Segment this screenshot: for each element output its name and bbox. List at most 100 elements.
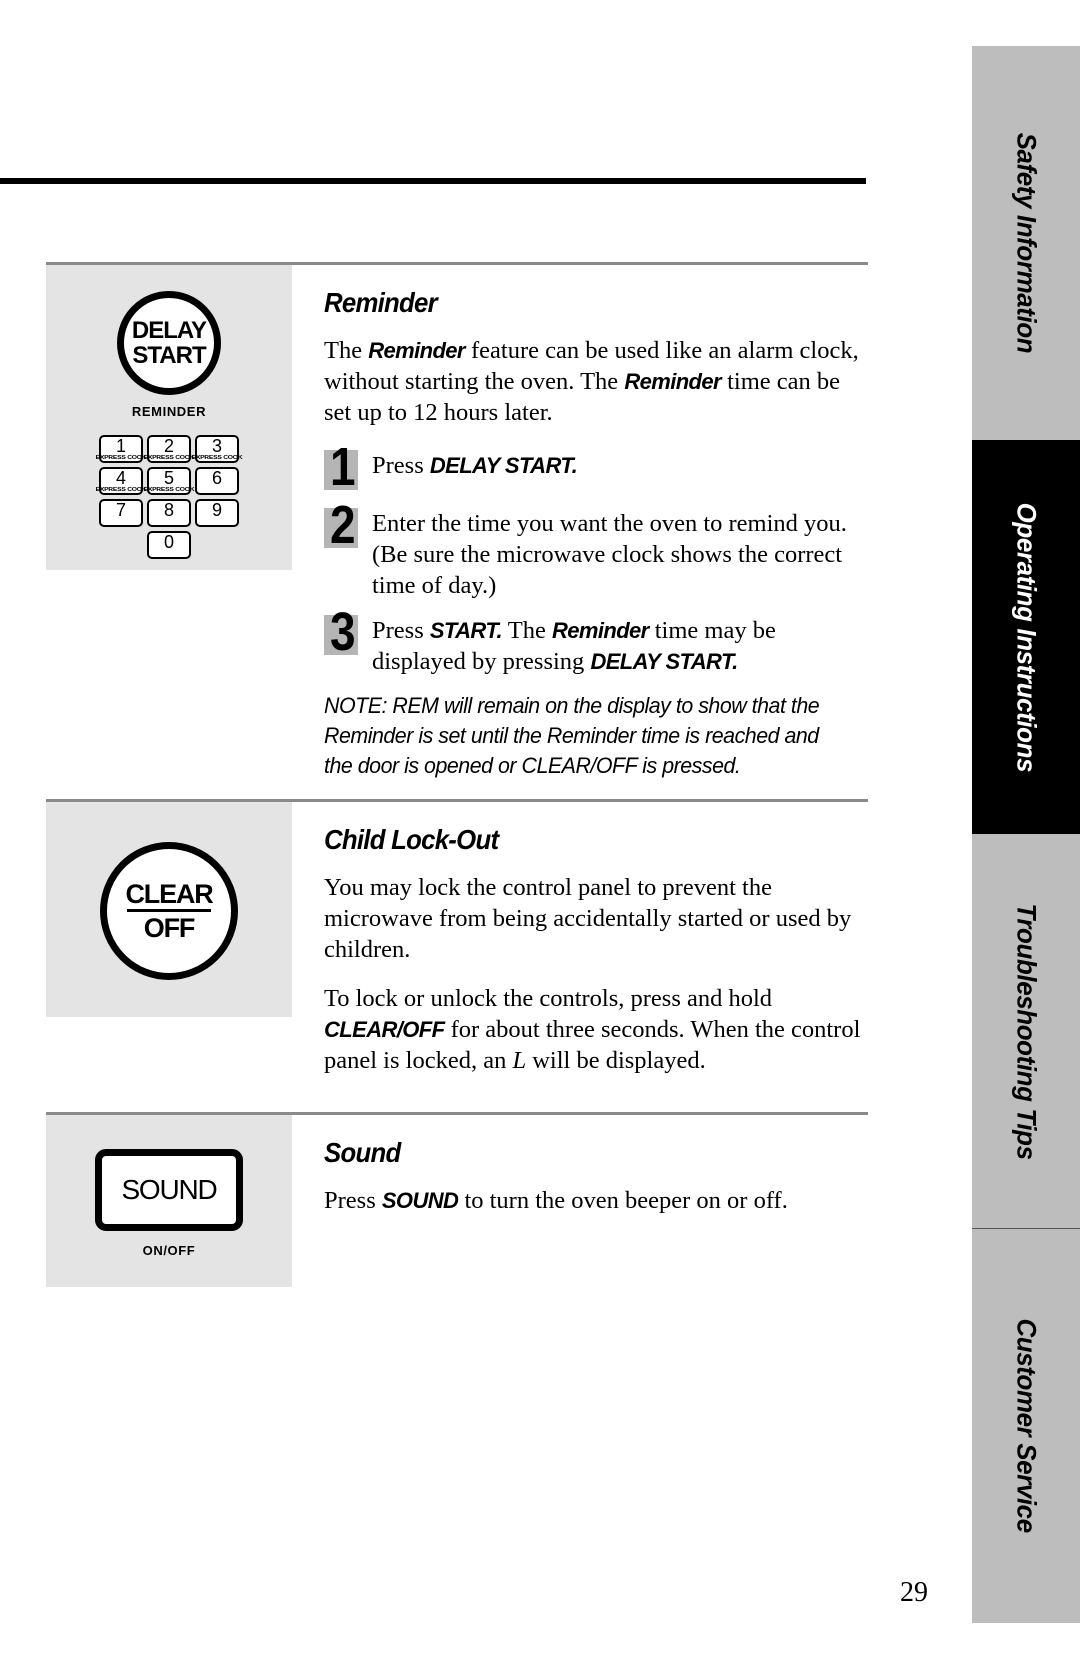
page-top-rule [0, 178, 866, 184]
step-2-digit: 2 [330, 495, 356, 555]
sound-button-label: SOUND [121, 1174, 217, 1205]
key-5: 5 EXPRESS COOK [144, 467, 195, 495]
sidebar-tab-safety-information-label: Safety Information [1011, 132, 1042, 354]
page-number: 29 [900, 1577, 928, 1608]
sound-p1-t2: to turn the oven beeper on or off. [458, 1187, 788, 1214]
step-2: 2 Enter the time you want the oven to re… [324, 498, 868, 601]
key-2-number: 2 [163, 436, 174, 456]
heading-sound: Sound [324, 1137, 401, 1168]
sound-paragraph-1: Press SOUND to turn the oven beeper on o… [324, 1185, 868, 1216]
sidebar-tab-operating-instructions[interactable]: Operating Instructions [972, 440, 1080, 834]
child-lock-p2-t1: To lock or unlock the controls, press an… [324, 985, 773, 1012]
section-reminder: DELAY START REMINDER 1 EXPRESS COOK 2 EX… [46, 262, 868, 781]
clear-off-line2: OFF [143, 913, 196, 943]
sidebar-tab-customer-service[interactable]: Customer Service [972, 1229, 1080, 1623]
keypad-graphic: 1 EXPRESS COOK 2 EXPRESS COOK 3 EXPRESS … [96, 435, 243, 559]
sidebar-tab-operating-instructions-label: Operating Instructions [1011, 502, 1042, 772]
step-3-digit: 3 [330, 602, 356, 662]
sidebar-section-tabs: Safety Information Operating Instruction… [972, 46, 1080, 1623]
key-5-number: 5 [163, 468, 174, 488]
delay-start-line1: DELAY [131, 316, 207, 344]
child-lock-paragraph-2: To lock or unlock the controls, press an… [324, 983, 868, 1076]
sidebar-tab-customer-service-label: Customer Service [1011, 1318, 1042, 1534]
key-3-sublabel: EXPRESS COOK [191, 455, 243, 461]
step-2-number-badge: 2 [324, 498, 368, 552]
sidebar-tab-safety-information[interactable]: Safety Information [972, 46, 1080, 440]
key-2-sublabel: EXPRESS COOK [143, 455, 195, 461]
sound-p1-t1: Press [324, 1187, 382, 1214]
step-1-em1: DELAY START. [429, 453, 578, 478]
step-1-number-badge: 1 [324, 440, 368, 494]
key-1: 1 EXPRESS COOK [96, 435, 147, 463]
key-3-number: 3 [211, 436, 222, 456]
child-lock-p2-em2: L [512, 1047, 527, 1074]
panel-clear-off-illustration: CLEAR OFF [46, 802, 292, 1017]
sound-body: SOUND ON/OFF Sound Press SOUND to turn t… [46, 1115, 868, 1287]
child-lock-text-column: Child Lock-Out You may lock the control … [292, 802, 868, 1094]
reminder-text-column: Reminder The Reminder feature can be use… [292, 265, 868, 781]
key-9: 9 [195, 499, 239, 527]
step-3-em1: START. [429, 618, 503, 643]
key-4-sublabel: EXPRESS COOK [95, 487, 147, 493]
step-3-em3: DELAY START. [590, 649, 738, 674]
child-lock-p2-em1: CLEAR/OFF [324, 1017, 445, 1042]
key-6: 6 [195, 467, 239, 495]
keypad-row-2: 4 EXPRESS COOK 5 EXPRESS COOK 6 [96, 467, 239, 495]
step-3-number-badge: 3 [324, 605, 368, 659]
child-lock-body: CLEAR OFF Child Lock-Out You may lock th… [46, 802, 868, 1094]
key-7: 7 [99, 499, 143, 527]
panel-sound-illustration: SOUND ON/OFF [46, 1115, 292, 1287]
clear-off-button-graphic: CLEAR OFF [100, 842, 238, 980]
key-8-number: 8 [163, 500, 174, 520]
sound-text-column: Sound Press SOUND to turn the oven beepe… [292, 1115, 868, 1234]
step-1-text: Press DELAY START. [372, 446, 868, 481]
key-3: 3 EXPRESS COOK [192, 435, 243, 463]
key-0: 0 [147, 531, 191, 559]
step-3-em2: Reminder [551, 618, 649, 643]
reminder-note: NOTE: REM will remain on the display to … [324, 693, 820, 778]
keypad-row-4: 0 [99, 531, 239, 559]
key-9-number: 9 [211, 500, 222, 520]
child-lock-p2-t3: will be displayed. [526, 1047, 706, 1074]
sound-button-graphic: SOUND [95, 1149, 243, 1231]
step-3-t1: Press [372, 617, 430, 644]
key-2: 2 EXPRESS COOK [144, 435, 195, 463]
step-3-text: Press START. The Reminder time may be di… [372, 611, 868, 677]
clear-off-line1: CLEAR [125, 878, 214, 909]
keypad-row-3: 7 8 9 [99, 499, 239, 527]
keypad-row-1: 1 EXPRESS COOK 2 EXPRESS COOK 3 EXPRESS … [96, 435, 243, 463]
key-8: 8 [147, 499, 191, 527]
key-0-number: 0 [163, 532, 174, 552]
heading-reminder: Reminder [324, 287, 438, 318]
step-2-text: Enter the time you want the oven to remi… [372, 510, 847, 599]
section-child-lock-out: CLEAR OFF Child Lock-Out You may lock th… [46, 799, 868, 1094]
reminder-intro-em1: Reminder [368, 338, 465, 363]
sound-caption: ON/OFF [142, 1243, 196, 1258]
section-sound: SOUND ON/OFF Sound Press SOUND to turn t… [46, 1112, 868, 1287]
clear-off-separator-line [127, 909, 211, 912]
step-1: 1 Press DELAY START. [324, 440, 868, 494]
step-3: 3 Press START. The Reminder time may be … [324, 605, 868, 677]
delay-start-line2: START [132, 342, 206, 369]
heading-child-lock-out: Child Lock-Out [324, 824, 499, 855]
panel-delay-start-illustration: DELAY START REMINDER 1 EXPRESS COOK 2 EX… [46, 265, 292, 570]
key-1-sublabel: EXPRESS COOK [95, 455, 147, 461]
sound-p1-em1: SOUND [381, 1188, 459, 1213]
key-5-sublabel: EXPRESS COOK [143, 487, 195, 493]
key-4-number: 4 [115, 468, 126, 488]
step-1-digit: 1 [330, 437, 356, 497]
reminder-intro-em2: Reminder [624, 369, 721, 394]
key-1-number: 1 [115, 436, 126, 456]
key-4: 4 EXPRESS COOK [96, 467, 147, 495]
content-column: DELAY START REMINDER 1 EXPRESS COOK 2 EX… [46, 262, 868, 1287]
reminder-intro-paragraph: The Reminder feature can be used like an… [324, 335, 868, 428]
sidebar-tab-troubleshooting-tips-label: Troubleshooting Tips [1011, 902, 1042, 1160]
manual-page: DELAY START REMINDER 1 EXPRESS COOK 2 EX… [0, 0, 1080, 1669]
key-6-number: 6 [211, 468, 222, 488]
sidebar-tab-troubleshooting-tips[interactable]: Troubleshooting Tips [972, 834, 1080, 1228]
key-7-number: 7 [115, 500, 126, 520]
child-lock-paragraph-1: You may lock the control panel to preven… [324, 874, 852, 963]
reminder-intro-t1: The [324, 337, 369, 364]
step-1-t1: Press [372, 452, 430, 479]
reminder-body: DELAY START REMINDER 1 EXPRESS COOK 2 EX… [46, 265, 868, 781]
